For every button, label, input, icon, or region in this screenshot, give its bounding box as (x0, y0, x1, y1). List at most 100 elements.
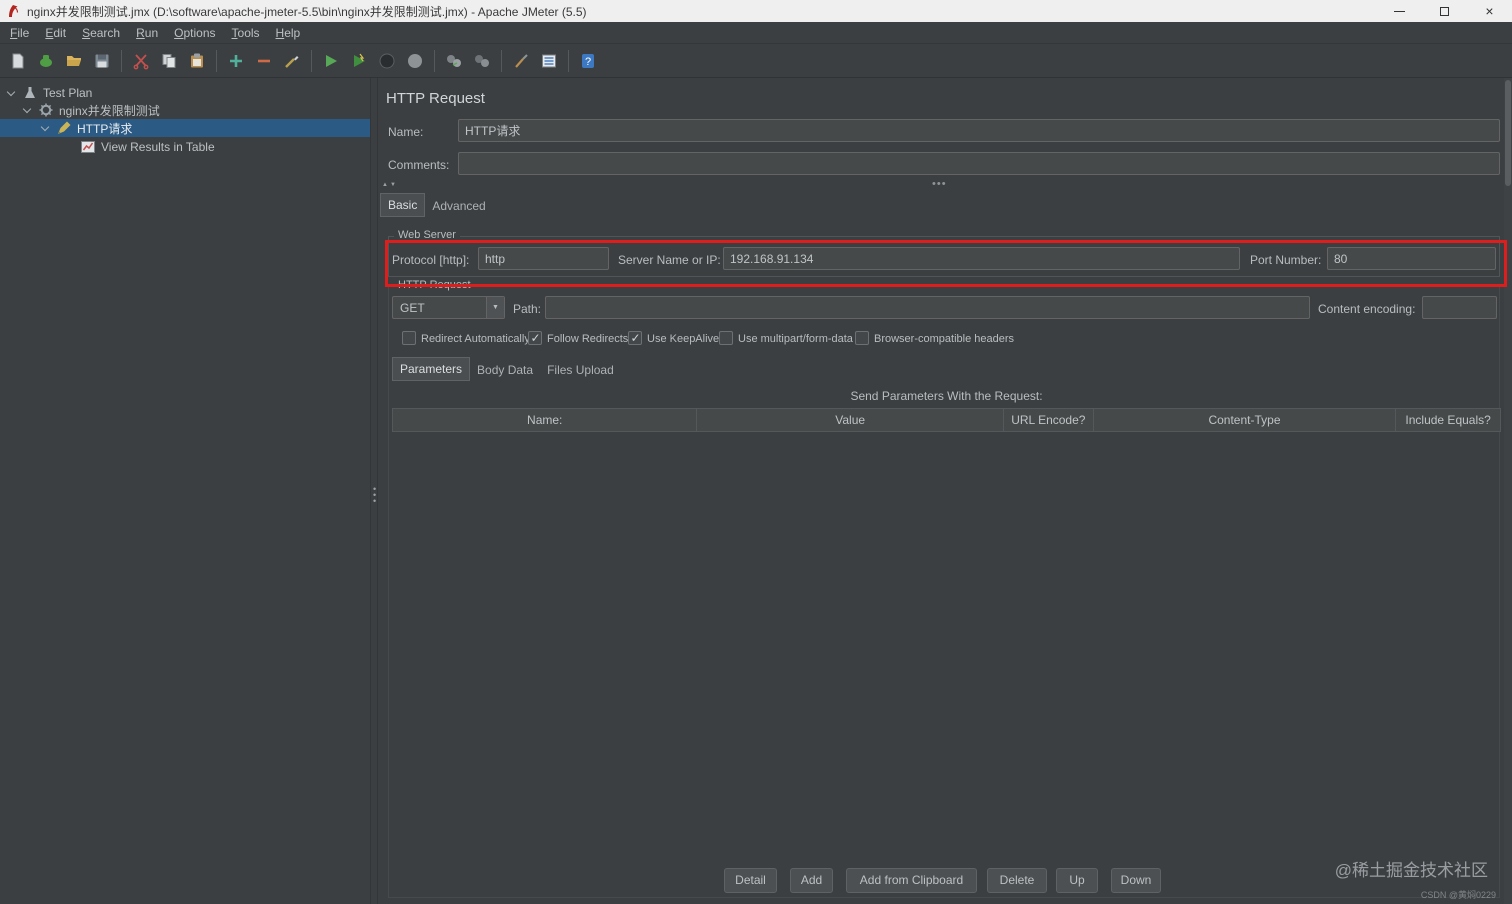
tree-item-view-results[interactable]: View Results in Table (0, 138, 370, 156)
content-encoding-label: Content encoding: (1318, 302, 1415, 316)
start-no-pauses-icon[interactable] (346, 48, 372, 74)
redirect-automatically-checkbox[interactable] (402, 331, 416, 345)
down-button[interactable]: Down (1111, 868, 1161, 893)
content-encoding-input[interactable] (1422, 296, 1497, 319)
tree-item-test-plan[interactable]: Test Plan (0, 84, 370, 102)
clear-icon[interactable] (508, 48, 534, 74)
chevron-down-icon[interactable] (7, 87, 15, 95)
comments-input[interactable] (458, 152, 1500, 175)
watermark-text: @稀土掘金技术社区 (1335, 856, 1488, 881)
column-header-url-encode[interactable]: URL Encode? (1004, 409, 1094, 431)
panel-splitter[interactable]: ••• (370, 78, 378, 904)
vertical-scrollbar[interactable] (1504, 78, 1512, 904)
menu-edit[interactable]: Edit (37, 22, 74, 44)
use-multipart-label: Use multipart/form-data (738, 333, 853, 345)
server-name-input[interactable] (723, 247, 1240, 270)
protocol-label: Protocol [http]: (392, 253, 469, 267)
window-controls: × (1377, 0, 1512, 22)
jmeter-window: nginx并发限制测试.jmx (D:\software\apache-jmet… (0, 0, 1512, 904)
name-input[interactable] (458, 119, 1500, 142)
collapse-all-icon[interactable] (251, 48, 277, 74)
start-icon[interactable] (318, 48, 344, 74)
close-button[interactable]: × (1467, 0, 1512, 22)
web-server-legend: Web Server (394, 229, 460, 241)
menu-help[interactable]: Help (268, 22, 309, 44)
add-from-clipboard-button[interactable]: Add from Clipboard (846, 868, 977, 893)
templates-icon[interactable] (33, 48, 59, 74)
name-label: Name: (388, 125, 423, 139)
port-number-input[interactable] (1327, 247, 1496, 270)
up-button[interactable]: Up (1056, 868, 1098, 893)
follow-redirects-label: Follow Redirects (547, 333, 628, 345)
add-button[interactable]: Add (790, 868, 833, 893)
follow-redirects-checkbox[interactable] (528, 331, 542, 345)
open-file-icon[interactable] (61, 48, 87, 74)
tab-advanced[interactable]: Advanced (425, 195, 492, 217)
tree-item-http-request[interactable]: HTTP请求 (0, 119, 370, 137)
column-header-name[interactable]: Name: (393, 409, 697, 431)
menu-search[interactable]: Search (74, 22, 128, 44)
collapse-expand-arrows-icon[interactable]: ▲▼ (382, 182, 398, 188)
column-header-content-type[interactable]: Content-Type (1094, 409, 1396, 431)
stop-icon[interactable] (374, 48, 400, 74)
help-icon[interactable]: ? (575, 48, 601, 74)
title-bar: nginx并发限制测试.jmx (D:\software\apache-jmet… (0, 0, 1512, 22)
chevron-down-icon[interactable] (41, 122, 49, 130)
protocol-input[interactable] (478, 247, 609, 270)
tree-item-label: Test Plan (43, 86, 92, 100)
test-plan-tree: Test Plan nginx并发限制测试 HTTP请求 View Result… (0, 78, 370, 904)
column-header-value[interactable]: Value (697, 409, 1003, 431)
thread-group-icon (38, 102, 54, 118)
toolbar-separator (501, 50, 502, 72)
method-select[interactable]: GET ▼ (392, 296, 505, 319)
menu-tools[interactable]: Tools (224, 22, 268, 44)
expand-all-icon[interactable] (223, 48, 249, 74)
menu-options[interactable]: Options (166, 22, 223, 44)
delete-button[interactable]: Delete (987, 868, 1047, 893)
minimize-button[interactable] (1377, 0, 1422, 22)
detail-button[interactable]: Detail (724, 868, 777, 893)
new-file-icon[interactable] (5, 48, 31, 74)
copy-icon[interactable] (156, 48, 182, 74)
chevron-down-icon[interactable] (23, 104, 31, 112)
paste-icon[interactable] (184, 48, 210, 74)
tab-files-upload[interactable]: Files Upload (540, 359, 621, 381)
menu-file[interactable]: File (2, 22, 37, 44)
tab-parameters[interactable]: Parameters (392, 357, 470, 381)
save-icon[interactable] (89, 48, 115, 74)
toolbar-separator (434, 50, 435, 72)
divider-grip-icon[interactable]: ••• (932, 178, 947, 190)
http-request-legend: HTTP Request (394, 279, 475, 291)
tab-basic[interactable]: Basic (380, 193, 425, 217)
toolbar-separator (121, 50, 122, 72)
toolbar-separator (216, 50, 217, 72)
menu-run[interactable]: Run (128, 22, 166, 44)
menu-bar: File Edit Search Run Options Tools Help (0, 22, 1512, 44)
toggle-icon[interactable] (279, 48, 305, 74)
browser-compatible-headers-checkbox[interactable] (855, 331, 869, 345)
shutdown-icon[interactable] (402, 48, 428, 74)
scrollbar-thumb[interactable] (1505, 80, 1511, 186)
path-label: Path: (513, 302, 541, 316)
remote-shutdown-all-icon[interactable] (469, 48, 495, 74)
editor-title: HTTP Request (386, 90, 485, 107)
use-keepalive-checkbox[interactable] (628, 331, 642, 345)
use-multipart-checkbox[interactable] (719, 331, 733, 345)
comments-label: Comments: (388, 158, 449, 172)
path-input[interactable] (545, 296, 1310, 319)
column-header-include-equals[interactable]: Include Equals? (1396, 409, 1500, 431)
window-title: nginx并发限制测试.jmx (D:\software\apache-jmet… (27, 3, 587, 20)
port-number-label: Port Number: (1250, 253, 1321, 267)
maximize-button[interactable] (1422, 0, 1467, 22)
cut-icon[interactable] (128, 48, 154, 74)
remote-start-all-icon[interactable] (441, 48, 467, 74)
view-results-icon (80, 139, 96, 155)
tab-body-data[interactable]: Body Data (470, 359, 540, 381)
use-keepalive-label: Use KeepAlive (647, 333, 719, 345)
minimize-icon (1394, 11, 1405, 12)
server-name-label: Server Name or IP: (618, 253, 721, 267)
redirect-automatically-label: Redirect Automatically (421, 333, 530, 345)
function-helper-icon[interactable] (536, 48, 562, 74)
tree-item-thread-group[interactable]: nginx并发限制测试 (0, 101, 370, 119)
chevron-down-icon[interactable]: ▼ (486, 297, 504, 318)
